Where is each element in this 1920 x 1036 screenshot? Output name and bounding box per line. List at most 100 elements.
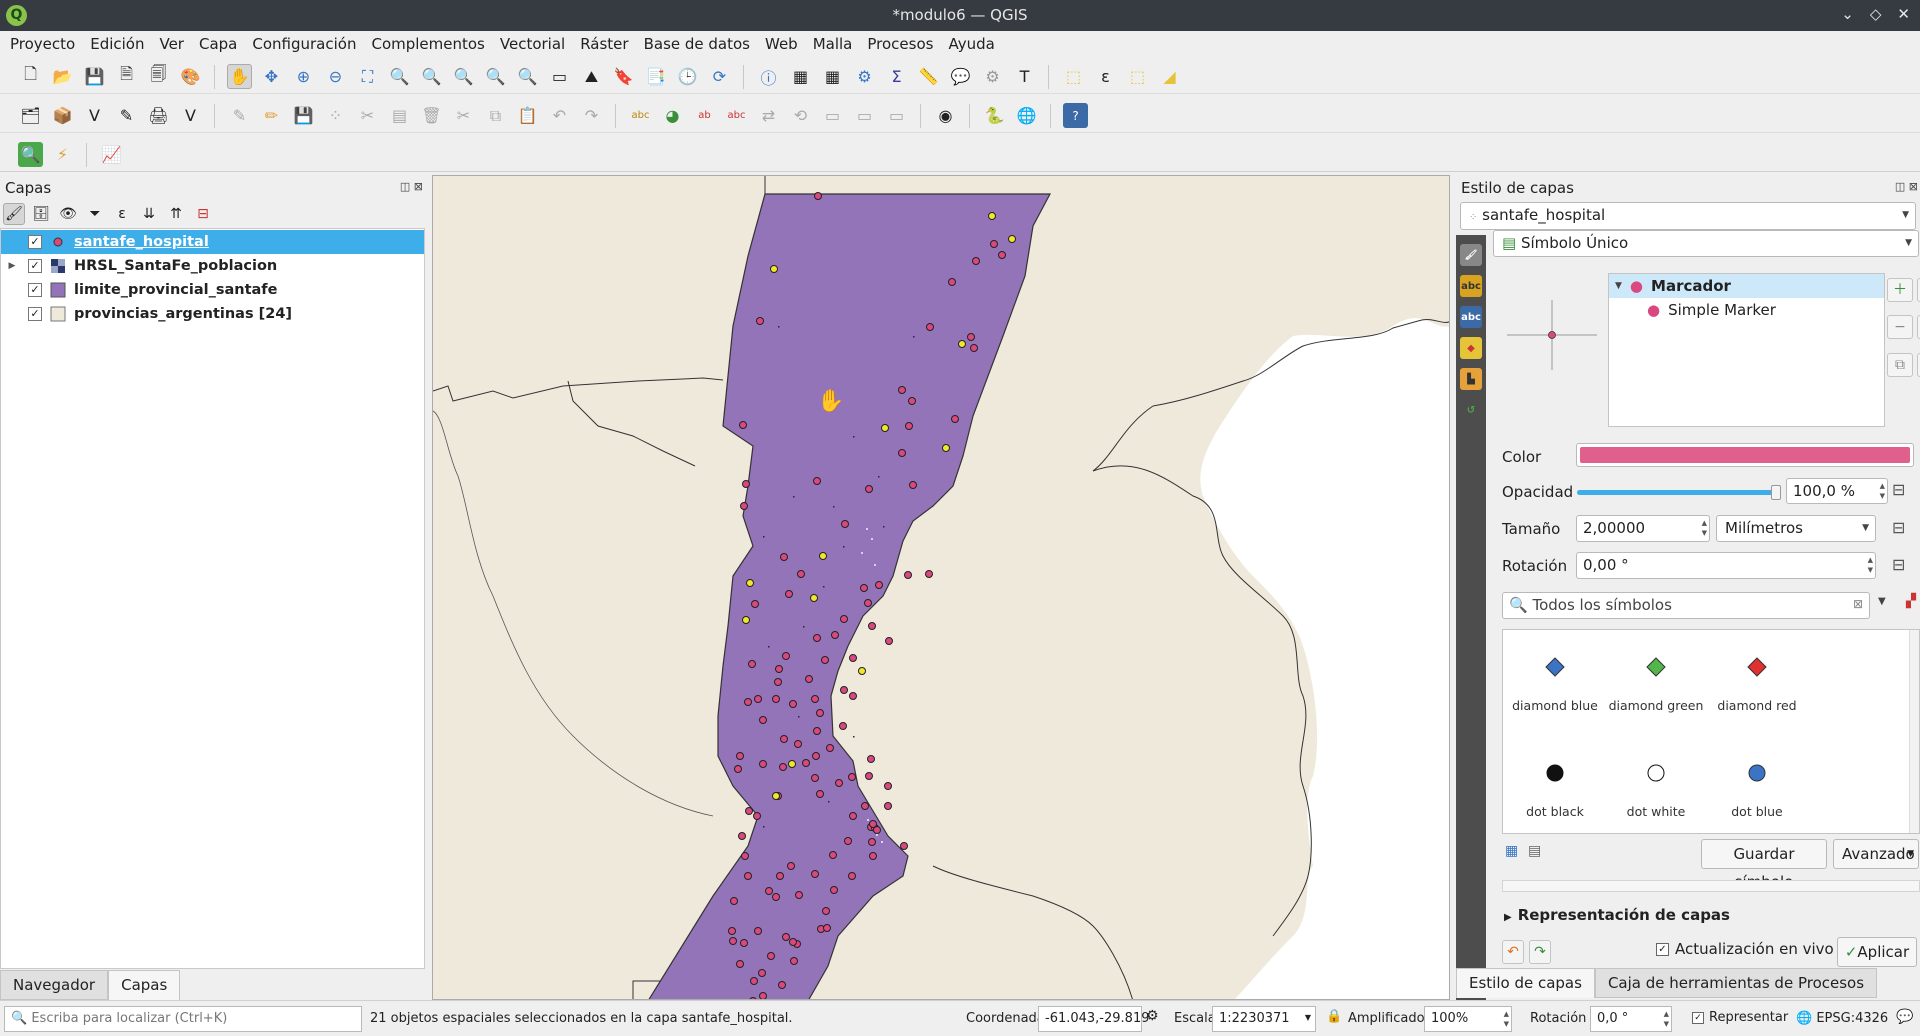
style-manager-icon[interactable]: 🎨 <box>178 64 203 89</box>
unpin-labels-icon[interactable]: ▭ <box>884 103 909 128</box>
undo-icon[interactable]: ↶ <box>547 103 572 128</box>
change-label-icon[interactable]: ▭ <box>820 103 845 128</box>
show-bookmarks-icon[interactable]: 📑 <box>643 64 668 89</box>
renderer-select[interactable]: ▤ Símbolo Único ▼ <box>1493 230 1919 257</box>
select-by-location-icon[interactable]: ◢ <box>1157 64 1182 89</box>
checkbox[interactable]: ✓ <box>1692 1011 1704 1024</box>
vertex-tool-icon[interactable]: ✂ <box>355 103 380 128</box>
open-project-icon[interactable]: 📂 <box>50 64 75 89</box>
paste-features-icon[interactable]: 📋 <box>515 103 540 128</box>
deselect-icon[interactable]: ⬚ <box>1125 64 1150 89</box>
add-feature-icon[interactable]: ⁘ <box>323 103 348 128</box>
temporal-controller-icon[interactable]: 🕒 <box>675 64 700 89</box>
panel-float-close-icon[interactable]: ◫ ⊠ <box>400 180 423 193</box>
history-icon[interactable]: ↺ <box>1460 399 1482 421</box>
tab-caja-de-herramientas[interactable]: Caja de herramientas de Procesos <box>1594 968 1878 998</box>
clear-icon[interactable]: ⊠ <box>1853 597 1863 611</box>
help-icon[interactable]: ? <box>1063 103 1088 128</box>
panel-float-close-icon[interactable]: ◫ ⊠ <box>1895 180 1918 193</box>
menu-complementos[interactable]: Complementos <box>371 35 484 53</box>
copy-features-icon[interactable]: ⧉ <box>483 103 508 128</box>
pin-labels-icon[interactable]: ab <box>692 103 717 128</box>
list-view-icon[interactable]: ▤ <box>1528 843 1541 859</box>
opacity-input[interactable]: 100,0 % ▲ ▼ <box>1786 478 1888 504</box>
layer-select[interactable]: ⁘ santafe_hospital ▼ <box>1460 202 1916 230</box>
remove-layer-icon[interactable]: ⊟ <box>192 203 214 225</box>
layer-checkbox[interactable]: ✓ <box>28 259 42 273</box>
menu-vectorial[interactable]: Vectorial <box>500 35 565 53</box>
zoom-layer-icon[interactable]: 🔍 <box>419 64 444 89</box>
add-group-icon[interactable]: 🗄 <box>30 203 52 225</box>
text-annotation-icon[interactable]: T <box>1012 64 1037 89</box>
map-tips-icon[interactable]: 💬 <box>948 64 973 89</box>
tree-item-marcador[interactable]: ▼ ● Marcador <box>1609 274 1884 298</box>
python-console-icon[interactable]: 🐍 <box>982 103 1007 128</box>
color-button[interactable] <box>1576 443 1914 467</box>
qgis2web-icon[interactable]: ⚡ <box>50 142 75 167</box>
quickmapservices-icon[interactable]: 🔍 <box>18 142 43 167</box>
close-button[interactable]: ✕ <box>1897 5 1910 23</box>
redo-icon[interactable]: ↷ <box>579 103 604 128</box>
advanced-button[interactable]: Avanzado ▼ <box>1833 839 1919 869</box>
layer-row-limite-provincial[interactable]: ✓ limite_provincial_santafe <box>1 278 424 302</box>
toolbox-icon[interactable]: ⚙ <box>852 64 877 89</box>
expand-all-icon[interactable]: ⇊ <box>138 203 160 225</box>
spinbox-arrows-icon[interactable]: ▲ ▼ <box>1664 1009 1669 1029</box>
toggle-editing-icon[interactable]: ✏ <box>259 103 284 128</box>
lock-icon[interactable]: 🔒 <box>1326 1009 1342 1024</box>
new-geopackage-icon[interactable]: 📦 <box>50 103 75 128</box>
undo-button[interactable]: ↶ <box>1502 940 1524 964</box>
select-by-expression-icon[interactable]: ε <box>1093 64 1118 89</box>
collapse-all-icon[interactable]: ⇈ <box>165 203 187 225</box>
label-toolbar-icon[interactable]: abc <box>628 103 653 128</box>
menu-base-de-datos[interactable]: Base de datos <box>644 35 750 53</box>
show-hide-labels-icon[interactable]: abc <box>724 103 749 128</box>
symbol-diamond-green[interactable]: diamond green <box>1606 655 1706 713</box>
zoom-last-icon[interactable]: 🔍 <box>483 64 508 89</box>
zoom-next-icon[interactable]: 🔍 <box>515 64 540 89</box>
symbol-grid-scrollbar[interactable] <box>1909 630 1919 833</box>
measure-icon[interactable]: 📏 <box>916 64 941 89</box>
modify-attributes-icon[interactable]: ▤ <box>387 103 412 128</box>
locator-icon[interactable]: ⚙ <box>980 64 1005 89</box>
expand-arrow-icon[interactable]: ▶ <box>5 261 19 271</box>
remove-symbol-layer-button[interactable]: − <box>1887 315 1913 339</box>
pan-map-icon[interactable]: ✋ <box>227 64 252 89</box>
rotate-label-icon[interactable]: ⟲ <box>788 103 813 128</box>
layer-checkbox[interactable]: ✓ <box>28 307 42 321</box>
masks-icon[interactable]: abc <box>1460 306 1482 328</box>
attribute-table-icon[interactable]: ▦ <box>788 64 813 89</box>
opacity-slider-handle[interactable] <box>1771 485 1781 500</box>
select-features-icon[interactable]: ⬚ <box>1061 64 1086 89</box>
chevron-down-icon[interactable]: ▼ <box>1878 596 1886 607</box>
profile-tool-icon[interactable]: 📈 <box>99 142 124 167</box>
field-calculator-icon[interactable]: ▦ <box>820 64 845 89</box>
new-temporary-layer-icon[interactable]: ✎ <box>114 103 139 128</box>
save-symbol-button[interactable]: Guardar símbolo <box>1701 839 1827 891</box>
cut-features-icon[interactable]: ✂ <box>451 103 476 128</box>
layer-checkbox[interactable]: ✓ <box>28 235 42 249</box>
icon-view-icon[interactable]: ▦ <box>1505 843 1518 859</box>
menu-proyecto[interactable]: Proyecto <box>10 35 75 53</box>
live-update-toggle[interactable]: ✓ Actualización en vivo <box>1656 940 1834 958</box>
menu-raster[interactable]: Ráster <box>580 35 628 53</box>
save-project-icon[interactable]: 💾 <box>82 64 107 89</box>
layer-row-hrsl[interactable]: ▶ ✓ HRSL_SantaFe_poblacion <box>1 254 424 278</box>
symbology-icon[interactable]: 🖌 <box>1460 244 1482 266</box>
menu-configuracion[interactable]: Configuración <box>252 35 356 53</box>
map-canvas[interactable]: ✋ <box>432 175 1450 1000</box>
new-print-layout-icon[interactable]: 🗎 <box>114 64 139 89</box>
size-input[interactable]: 2,00000 ▲ ▼ <box>1576 515 1710 542</box>
save-edits-icon[interactable]: 💾 <box>291 103 316 128</box>
magnifier-field[interactable]: 100% ▲ ▼ <box>1424 1006 1512 1032</box>
new-3d-view-icon[interactable]: ⛰ <box>579 64 604 89</box>
menu-procesos[interactable]: Procesos <box>867 35 933 53</box>
toggle-extents-icon[interactable]: ⚙ <box>1146 1008 1159 1024</box>
spinbox-arrows-icon[interactable]: ▲ ▼ <box>1868 555 1873 575</box>
duplicate-symbol-layer-button[interactable]: ⧉ <box>1887 353 1913 377</box>
layer-row-santafe-hospital[interactable]: ✓ santafe_hospital <box>1 230 424 254</box>
new-project-icon[interactable]: 🗋 <box>18 64 43 89</box>
horizontal-scrollbar[interactable] <box>1502 880 1920 892</box>
apply-button[interactable]: ✓Aplicar <box>1837 937 1917 967</box>
labels-icon[interactable]: abc <box>1460 275 1482 297</box>
